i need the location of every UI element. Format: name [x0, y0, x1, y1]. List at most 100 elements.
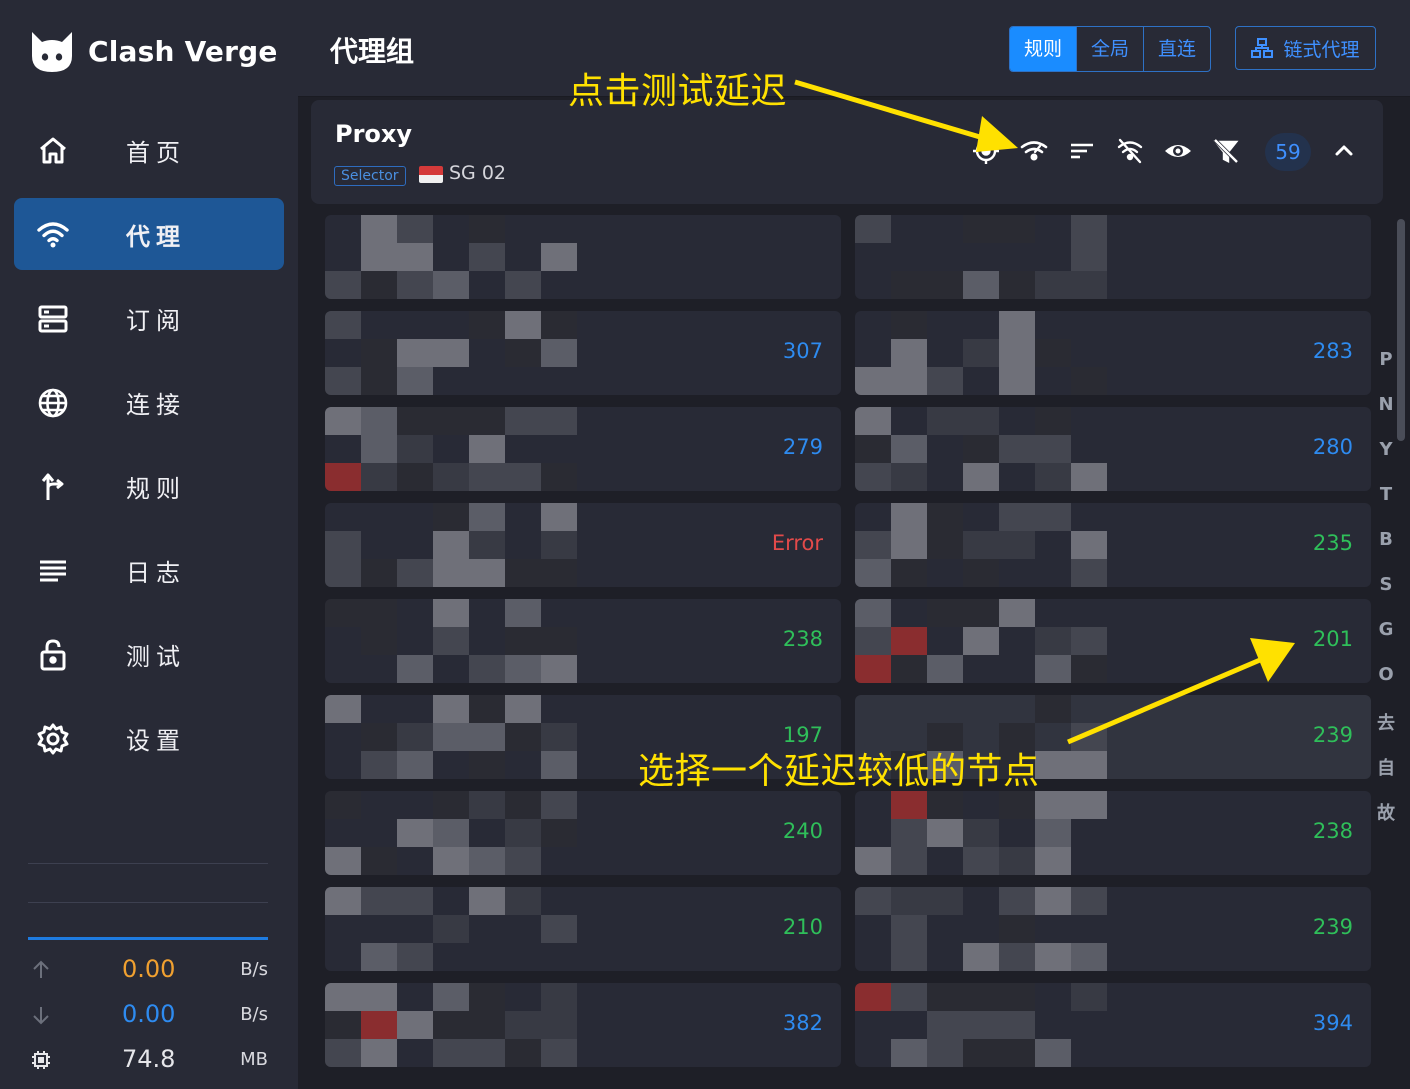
letter-index-item[interactable]: G: [1376, 619, 1396, 664]
chain-proxy-label: 链式代理: [1283, 38, 1360, 61]
memory-value: 74.8: [122, 1045, 176, 1073]
annotation-choose-node: 选择一个延迟较低的节点: [638, 751, 1040, 792]
sidebar-item-test[interactable]: 测试: [14, 618, 284, 690]
node-delay[interactable]: 238: [1313, 819, 1353, 843]
proxy-count-badge: 59: [1265, 133, 1311, 171]
page-header: 代理组 规则 全局 直连 链式代理: [298, 0, 1410, 97]
proxy-content: Proxy Selector SG 02 59 307 283 279 280 Erro…: [298, 97, 1410, 1089]
scrollbar[interactable]: [1395, 207, 1407, 1087]
node-delay[interactable]: 283: [1313, 339, 1353, 363]
wifi-icon: [37, 222, 69, 248]
sidebar-item-rules[interactable]: 规则: [14, 450, 284, 522]
sidebar-item-label: 测试: [126, 642, 186, 671]
mode-rule-button[interactable]: 规则: [1010, 27, 1077, 71]
letter-index-item[interactable]: P: [1376, 349, 1396, 394]
letter-index-item[interactable]: T: [1376, 484, 1396, 529]
letter-index-item[interactable]: 自: [1376, 754, 1396, 799]
chevron-up-icon[interactable]: [1329, 136, 1359, 166]
download-value: 0.00: [122, 1000, 176, 1028]
proxy-node-card[interactable]: 280: [855, 407, 1371, 491]
sidebar-item-label: 代理: [126, 222, 186, 251]
node-delay[interactable]: 235: [1313, 531, 1353, 555]
node-delay[interactable]: 239: [1313, 723, 1353, 747]
gear-icon: [37, 723, 69, 755]
letter-index-item[interactable]: S: [1376, 574, 1396, 619]
sidebar-item-profiles[interactable]: 订阅: [14, 282, 284, 354]
node-delay[interactable]: Error: [772, 531, 823, 555]
sidebar-item-proxy[interactable]: 代理: [14, 198, 284, 270]
node-delay[interactable]: 394: [1313, 1011, 1353, 1035]
chip-icon: [32, 1051, 50, 1069]
filter-off-icon[interactable]: [1211, 136, 1241, 166]
pixelated-node-name: [325, 791, 577, 875]
node-delay[interactable]: 280: [1313, 435, 1353, 459]
proxy-node-card[interactable]: 201: [855, 599, 1371, 683]
wifi-off-icon[interactable]: [1115, 136, 1145, 166]
scrollbar-thumb[interactable]: [1397, 219, 1405, 441]
divider: [28, 902, 268, 903]
locate-icon[interactable]: [971, 136, 1001, 166]
node-delay[interactable]: 240: [783, 819, 823, 843]
letter-index-item[interactable]: N: [1376, 394, 1396, 439]
proxy-node-card[interactable]: Error: [325, 503, 841, 587]
proxy-node-card[interactable]: 240: [325, 791, 841, 875]
proxy-node-card[interactable]: [855, 215, 1371, 299]
proxy-node-card[interactable]: 239: [855, 887, 1371, 971]
letter-index-item[interactable]: Y: [1376, 439, 1396, 484]
mode-global-button[interactable]: 全局: [1077, 27, 1144, 71]
node-delay[interactable]: 382: [783, 1011, 823, 1035]
node-delay[interactable]: 307: [783, 339, 823, 363]
node-delay[interactable]: 210: [783, 915, 823, 939]
lock-icon: [40, 639, 66, 671]
proxy-node-card[interactable]: 307: [325, 311, 841, 395]
pixelated-node-name: [325, 503, 577, 587]
proxy-node-card[interactable]: 235: [855, 503, 1371, 587]
pixelated-node-name: [855, 983, 1107, 1067]
proxy-node-card[interactable]: 210: [325, 887, 841, 971]
mode-direct-button[interactable]: 直连: [1144, 27, 1210, 71]
node-delay[interactable]: 239: [1313, 915, 1353, 939]
annotation-test-delay: 点击测试延迟: [568, 71, 788, 112]
letter-index-item[interactable]: B: [1376, 529, 1396, 574]
mode-switch: 规则 全局 直连: [1009, 26, 1211, 72]
group-type-badge: Selector: [334, 166, 406, 186]
node-delay[interactable]: 279: [783, 435, 823, 459]
proxy-node-card[interactable]: 238: [855, 791, 1371, 875]
sidebar-item-connections[interactable]: 连接: [14, 366, 284, 438]
sidebar-item-home[interactable]: 首页: [14, 114, 284, 186]
chain-proxy-button[interactable]: 链式代理: [1235, 26, 1376, 70]
sort-icon[interactable]: [1067, 136, 1097, 166]
proxy-node-card[interactable]: 283: [855, 311, 1371, 395]
proxy-node-card[interactable]: [325, 215, 841, 299]
eye-icon[interactable]: [1163, 136, 1193, 166]
memory-usage: 74.8 MB: [28, 1045, 268, 1075]
pixelated-node-name: [855, 599, 1107, 683]
sidebar-item-label: 设置: [126, 726, 186, 755]
download-speed: 0.00 B/s: [28, 1000, 268, 1030]
arrow-up-icon: [33, 960, 49, 978]
pixelated-node-name: [325, 407, 577, 491]
sidebar-item-label: 规则: [126, 474, 186, 503]
download-unit: B/s: [240, 1004, 268, 1025]
proxy-node-card[interactable]: 279: [325, 407, 841, 491]
app-name: Clash Verge: [88, 34, 278, 68]
letter-index-item[interactable]: 去: [1376, 709, 1396, 754]
letter-index-item[interactable]: O: [1376, 664, 1396, 709]
pixelated-node-name: [855, 791, 1107, 875]
cat-logo-icon: [32, 32, 72, 72]
sidebar-item-label: 订阅: [126, 306, 186, 335]
sidebar-item-settings[interactable]: 设置: [14, 702, 284, 774]
sidebar-item-logs[interactable]: 日志: [14, 534, 284, 606]
group-name: Proxy: [335, 120, 413, 148]
proxy-node-card[interactable]: 394: [855, 983, 1371, 1067]
proxy-node-card[interactable]: 382: [325, 983, 841, 1067]
wifi-test-icon[interactable]: [1019, 136, 1049, 166]
node-delay[interactable]: 238: [783, 627, 823, 651]
upload-value: 0.00: [122, 955, 176, 983]
letter-index-item[interactable]: 故: [1376, 799, 1396, 844]
proxy-group-header[interactable]: Proxy Selector SG 02 59: [311, 100, 1383, 204]
pixelated-node-name: [855, 503, 1107, 587]
sitemap-icon: [1251, 38, 1274, 58]
proxy-node-card[interactable]: 238: [325, 599, 841, 683]
node-delay[interactable]: 201: [1313, 627, 1353, 651]
